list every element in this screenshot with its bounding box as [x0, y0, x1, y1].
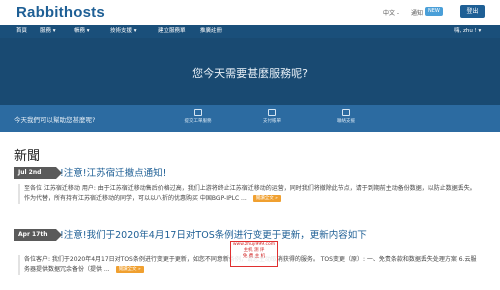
nav-item-home[interactable]: 首頁 — [16, 25, 27, 38]
invoice-icon — [268, 109, 276, 116]
site-logo[interactable]: Rabbithosts — [16, 4, 105, 21]
top-bar: Rabbithosts 中文 - 通知 NEW 登出 — [0, 0, 500, 25]
nav-item-billing[interactable]: 帳務 ▾ — [74, 25, 90, 38]
news-excerpt-text: 至各位 江苏宿迁移动 用户: 由于江苏宿迁移动售后价格过高，我们上游将终止江苏宿… — [24, 185, 476, 202]
read-more-button[interactable]: 閱讀全文 » — [252, 195, 281, 202]
support-icon — [342, 109, 350, 116]
help-bar: 今天我們可以幫助您甚麼呢? 提交工單服務 支付帳單 聯絡支援 — [0, 105, 500, 132]
user-menu[interactable]: 嗨, zhu ! ▾ — [454, 25, 481, 38]
nav-item-support[interactable]: 技術支援 ▾ — [110, 25, 137, 38]
pay-invoice-label: 支付帳單 — [263, 119, 281, 124]
hero-banner: 您今天需要甚麼服務呢? — [0, 38, 500, 105]
notifications-badge: NEW — [425, 7, 443, 16]
ticket-icon — [194, 109, 202, 116]
news-date-badge: Jul 2nd — [14, 167, 62, 179]
language-selector[interactable]: 中文 - — [383, 8, 399, 17]
contact-support-button[interactable]: 聯絡支援 — [329, 109, 363, 129]
read-more-button[interactable]: 閱讀全文 » — [115, 266, 144, 273]
notifications-link[interactable]: 通知 — [411, 8, 423, 17]
watermark-stamp: www.zhuji999.com 主机 测 评 免 费 主 机 — [230, 241, 278, 267]
main-nav: 首頁 服務 ▾ 帳務 ▾ 技術支援 ▾ 建立服務單 推廣註冊 嗨, zhu ! … — [0, 25, 500, 38]
news-heading: 新聞 — [14, 149, 41, 164]
pay-invoice-button[interactable]: 支付帳單 — [255, 109, 289, 129]
submit-ticket-label: 提交工單服務 — [184, 119, 212, 124]
nav-item-affiliates[interactable]: 推廣註冊 — [200, 25, 222, 38]
watermark-line: 免 费 主 机 — [242, 254, 266, 259]
hero-title: 您今天需要甚麼服務呢? — [192, 67, 308, 80]
contact-support-label: 聯絡支援 — [337, 119, 355, 124]
news-title-link[interactable]: !注意!江苏宿迁撤点通知! — [60, 165, 166, 179]
help-text: 今天我們可以幫助您甚麼呢? — [14, 116, 96, 124]
news-excerpt: 至各位 江苏宿迁移动 用户: 由于江苏宿迁移动售后价格过高，我们上游将终止江苏宿… — [18, 184, 482, 204]
news-title-link[interactable]: !注意!我们于2020年4月17日对TOS条例进行变更于更新，更新内容如下 — [60, 227, 367, 241]
logout-button[interactable]: 登出 — [460, 5, 485, 18]
nav-item-services[interactable]: 服務 ▾ — [40, 25, 56, 38]
submit-ticket-button[interactable]: 提交工單服務 — [181, 109, 215, 129]
nav-item-open-ticket[interactable]: 建立服務單 — [158, 25, 186, 38]
news-date-badge: Apr 17th — [14, 229, 62, 241]
